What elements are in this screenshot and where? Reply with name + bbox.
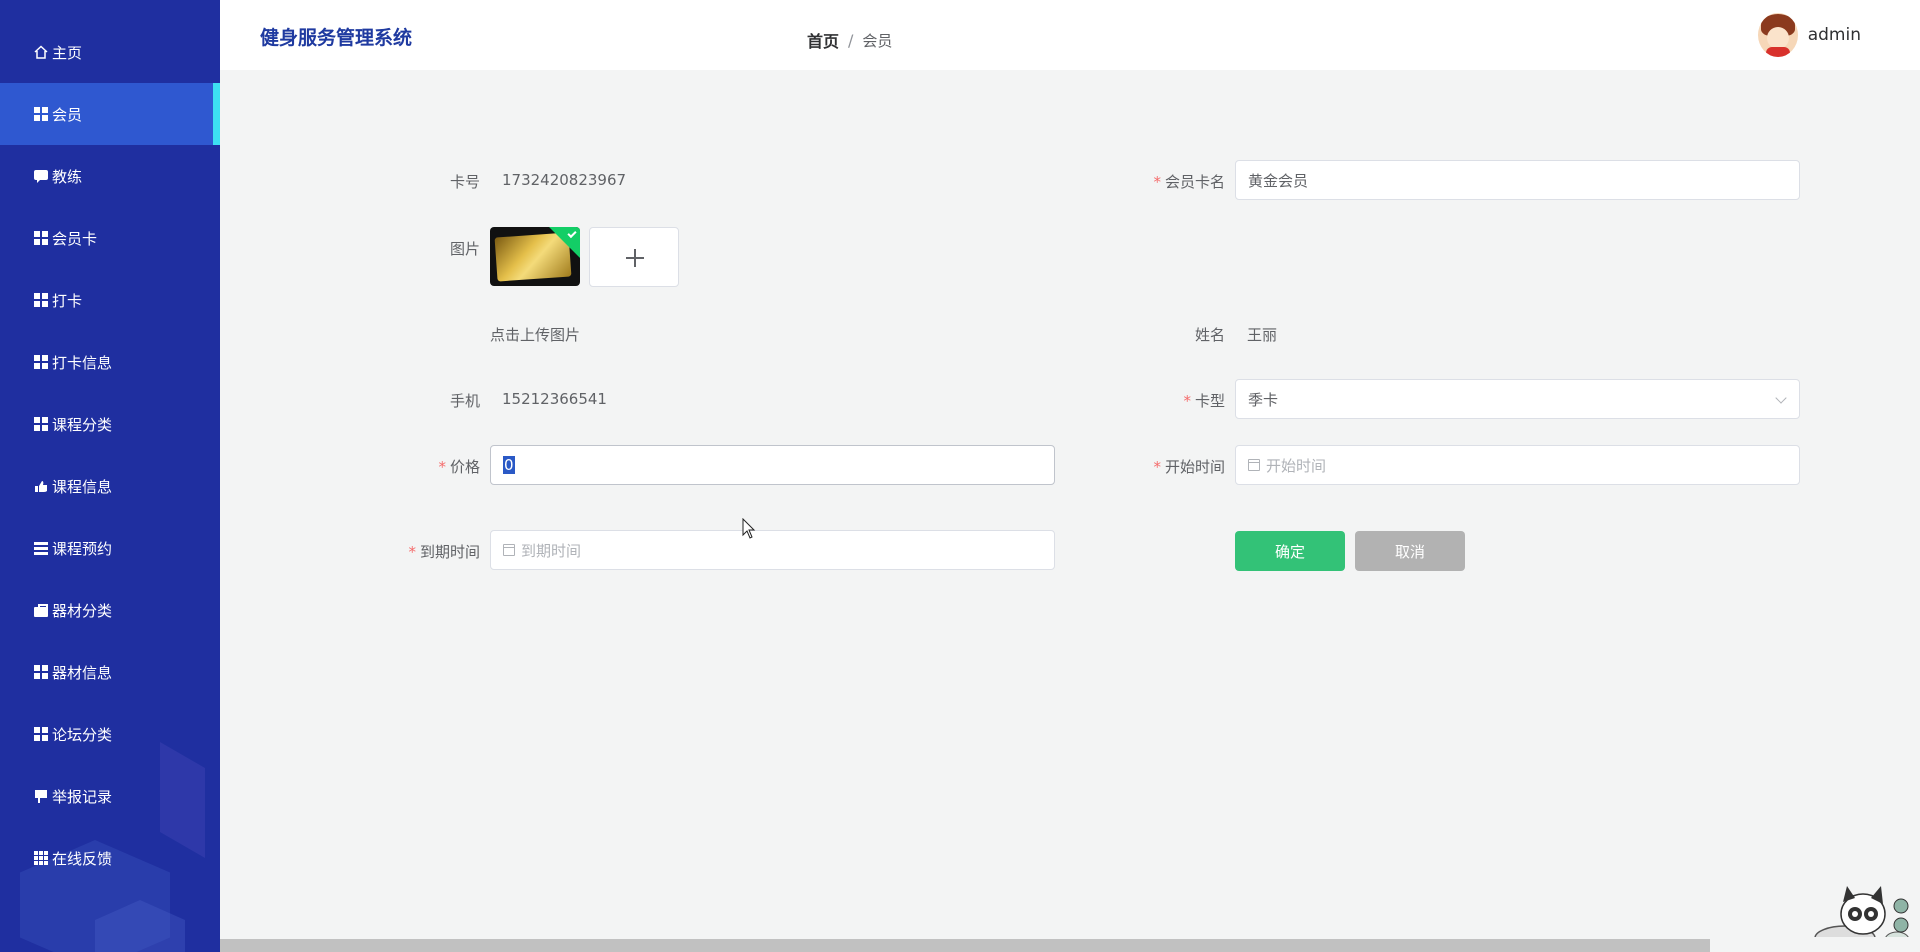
username[interactable]: admin bbox=[1808, 25, 1861, 45]
sidebar-item-equipment-category[interactable]: 器材分类 bbox=[0, 579, 220, 641]
phone-value: 15212366541 bbox=[502, 390, 607, 408]
sidebar-item-label: 论坛分类 bbox=[52, 725, 113, 744]
list-icon bbox=[34, 541, 48, 555]
sidebar-item-online-feedback[interactable]: 在线反馈 bbox=[0, 827, 220, 889]
name-value: 王丽 bbox=[1247, 326, 1278, 344]
price-label: * 价格 bbox=[438, 458, 480, 476]
sidebar-item-course-booking[interactable]: 课程预约 bbox=[0, 517, 220, 579]
home-icon bbox=[34, 45, 48, 59]
grid-icon bbox=[34, 231, 48, 245]
sidebar-item-checkin-info[interactable]: 打卡信息 bbox=[0, 331, 220, 393]
sidebar-item-label: 举报记录 bbox=[52, 787, 113, 806]
chat-icon bbox=[34, 169, 48, 183]
sidebar-item-membership-card[interactable]: 会员卡 bbox=[0, 207, 220, 269]
breadcrumb-current: 会员 bbox=[862, 31, 893, 50]
upload-hint: 点击上传图片 bbox=[490, 326, 581, 344]
end-time-picker[interactable]: 到期时间 bbox=[490, 530, 1055, 570]
sidebar-item-report-records[interactable]: 举报记录 bbox=[0, 765, 220, 827]
sidebar-item-member[interactable]: 会员 bbox=[0, 83, 220, 145]
user-menu[interactable]: admin bbox=[1757, 13, 1861, 57]
breadcrumb-home[interactable]: 首页 bbox=[807, 28, 839, 52]
sidebar-item-course-category[interactable]: 课程分类 bbox=[0, 393, 220, 455]
grid-icon bbox=[34, 355, 48, 369]
top-header: 健身服务管理系统 首页 / 会员 admin bbox=[220, 0, 1920, 70]
price-input[interactable]: 0 bbox=[490, 445, 1055, 485]
confirm-button[interactable]: 确定 bbox=[1235, 531, 1345, 571]
app-title: 健身服务管理系统 bbox=[260, 27, 413, 49]
sidebar-item-label: 教练 bbox=[52, 167, 83, 186]
breadcrumb: 首页 / 会员 bbox=[807, 28, 892, 52]
upload-plus-button[interactable] bbox=[589, 227, 679, 287]
briefcase-icon bbox=[34, 603, 48, 617]
avatar[interactable] bbox=[1757, 13, 1798, 57]
chevron-down-icon bbox=[1775, 392, 1787, 404]
start-time-picker[interactable]: 开始时间 bbox=[1235, 445, 1800, 485]
card-name-label: * 会员卡名 bbox=[1153, 173, 1225, 191]
cancel-button[interactable]: 取消 bbox=[1355, 531, 1465, 571]
sidebar-item-coach[interactable]: 教练 bbox=[0, 145, 220, 207]
card-no-value: 1732420823967 bbox=[502, 171, 627, 189]
hand-icon bbox=[34, 479, 48, 493]
sidebar-item-label: 会员卡 bbox=[52, 229, 98, 248]
image-label: 图片 bbox=[449, 240, 480, 258]
card-type-label: * 卡型 bbox=[1183, 392, 1225, 410]
breadcrumb-separator: / bbox=[848, 30, 854, 50]
sidebar-item-label: 在线反馈 bbox=[52, 849, 113, 868]
sidebar-item-label: 课程预约 bbox=[52, 539, 113, 558]
calendar-icon bbox=[503, 544, 515, 556]
sidebar-item-label: 课程信息 bbox=[52, 477, 113, 496]
card-no-label: 卡号 bbox=[449, 173, 480, 191]
sidebar-item-label: 打卡信息 bbox=[52, 353, 113, 372]
sidebar-item-equipment-info[interactable]: 器材信息 bbox=[0, 641, 220, 703]
card-name-input[interactable]: 黄金会员 bbox=[1235, 160, 1800, 200]
sidebar-item-home[interactable]: 主页 bbox=[0, 21, 220, 83]
sidebar-item-checkin[interactable]: 打卡 bbox=[0, 269, 220, 331]
sidebar-item-course-info[interactable]: 课程信息 bbox=[0, 455, 220, 517]
card-image-thumbnail[interactable] bbox=[490, 227, 580, 286]
horizontal-scrollbar[interactable] bbox=[220, 937, 1920, 952]
sidebar-item-label: 打卡 bbox=[52, 291, 83, 310]
phone-label: 手机 bbox=[449, 392, 480, 410]
grid-icon bbox=[34, 727, 48, 741]
sidebar: 主页 会员 教练 会员卡 打卡 打卡信息 课程分类 课程信息 课程预约 器材分类 bbox=[0, 0, 220, 952]
grid9-icon bbox=[34, 851, 48, 865]
sidebar-item-label: 器材信息 bbox=[52, 663, 113, 682]
card-type-select[interactable]: 季卡 bbox=[1235, 379, 1800, 419]
sidebar-item-label: 会员 bbox=[52, 105, 83, 124]
name-label: 姓名 bbox=[1194, 326, 1225, 344]
calendar-icon bbox=[1248, 459, 1260, 471]
sidebar-item-label: 器材分类 bbox=[52, 601, 113, 620]
sidebar-item-label: 课程分类 bbox=[52, 415, 113, 434]
grid-icon bbox=[34, 107, 48, 121]
flag-icon bbox=[34, 789, 48, 803]
end-time-label: * 到期时间 bbox=[408, 543, 480, 561]
grid-icon bbox=[34, 293, 48, 307]
sidebar-item-forum-category[interactable]: 论坛分类 bbox=[0, 703, 220, 765]
start-time-label: * 开始时间 bbox=[1153, 458, 1225, 476]
grid-icon bbox=[34, 417, 48, 431]
sidebar-item-label: 主页 bbox=[52, 43, 83, 62]
scrollbar-thumb[interactable] bbox=[220, 939, 1710, 952]
grid-icon bbox=[34, 665, 48, 679]
